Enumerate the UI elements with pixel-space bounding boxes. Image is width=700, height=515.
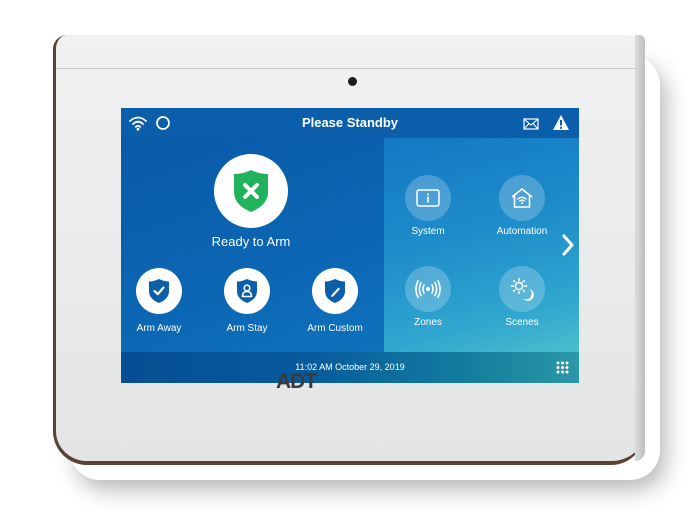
arm-stay-button[interactable] (224, 268, 270, 314)
smart-home-icon (511, 188, 533, 208)
status-bar: Please Standby (121, 108, 579, 138)
arm-custom-label: Arm Custom (307, 323, 363, 334)
zones-label: Zones (414, 317, 442, 328)
brand-logo: ADT (276, 370, 317, 393)
mail-icon[interactable] (523, 117, 539, 135)
warning-icon[interactable] (552, 114, 570, 136)
system-label: System (411, 226, 445, 237)
scenes-label: Scenes (505, 317, 539, 328)
datetime-display: 11:02 AM October 29, 2019 (295, 362, 405, 372)
automation-button[interactable] (499, 175, 545, 221)
arm-panel: Ready to Arm Arm Away Arm Stay Arm Custo… (121, 138, 384, 352)
scenes-button[interactable] (499, 266, 545, 312)
arm-away-button[interactable] (136, 268, 182, 314)
arm-away-label: Arm Away (136, 323, 182, 334)
keypad-grid-icon[interactable] (556, 361, 569, 379)
camera-lens (348, 77, 357, 86)
device-rim (635, 35, 645, 461)
arm-stay-label: Arm Stay (226, 323, 268, 334)
status-title: Please Standby (301, 115, 399, 130)
menu-panel: System Automation Zones Scenes (384, 138, 579, 352)
bottom-bar: 11:02 AM October 29, 2019 (121, 352, 579, 383)
zones-button[interactable] (405, 266, 451, 312)
ready-to-arm-button[interactable] (214, 154, 288, 228)
info-screen-icon (416, 189, 440, 207)
chevron-right-icon[interactable] (561, 233, 575, 262)
automation-label: Automation (496, 226, 548, 237)
wireless-signal-icon (415, 280, 441, 298)
touch-screen: Please Standby Ready to Arm Arm Away Arm… (121, 108, 579, 383)
sun-moon-icon (510, 277, 534, 301)
system-button[interactable] (405, 175, 451, 221)
shield-pencil-icon (325, 279, 345, 303)
shield-x-icon (234, 170, 268, 212)
shield-person-icon (237, 279, 257, 303)
device-top-seam (56, 68, 635, 69)
arm-custom-button[interactable] (312, 268, 358, 314)
shield-check-icon (149, 279, 169, 303)
ready-to-arm-label: Ready to Arm (211, 234, 291, 249)
